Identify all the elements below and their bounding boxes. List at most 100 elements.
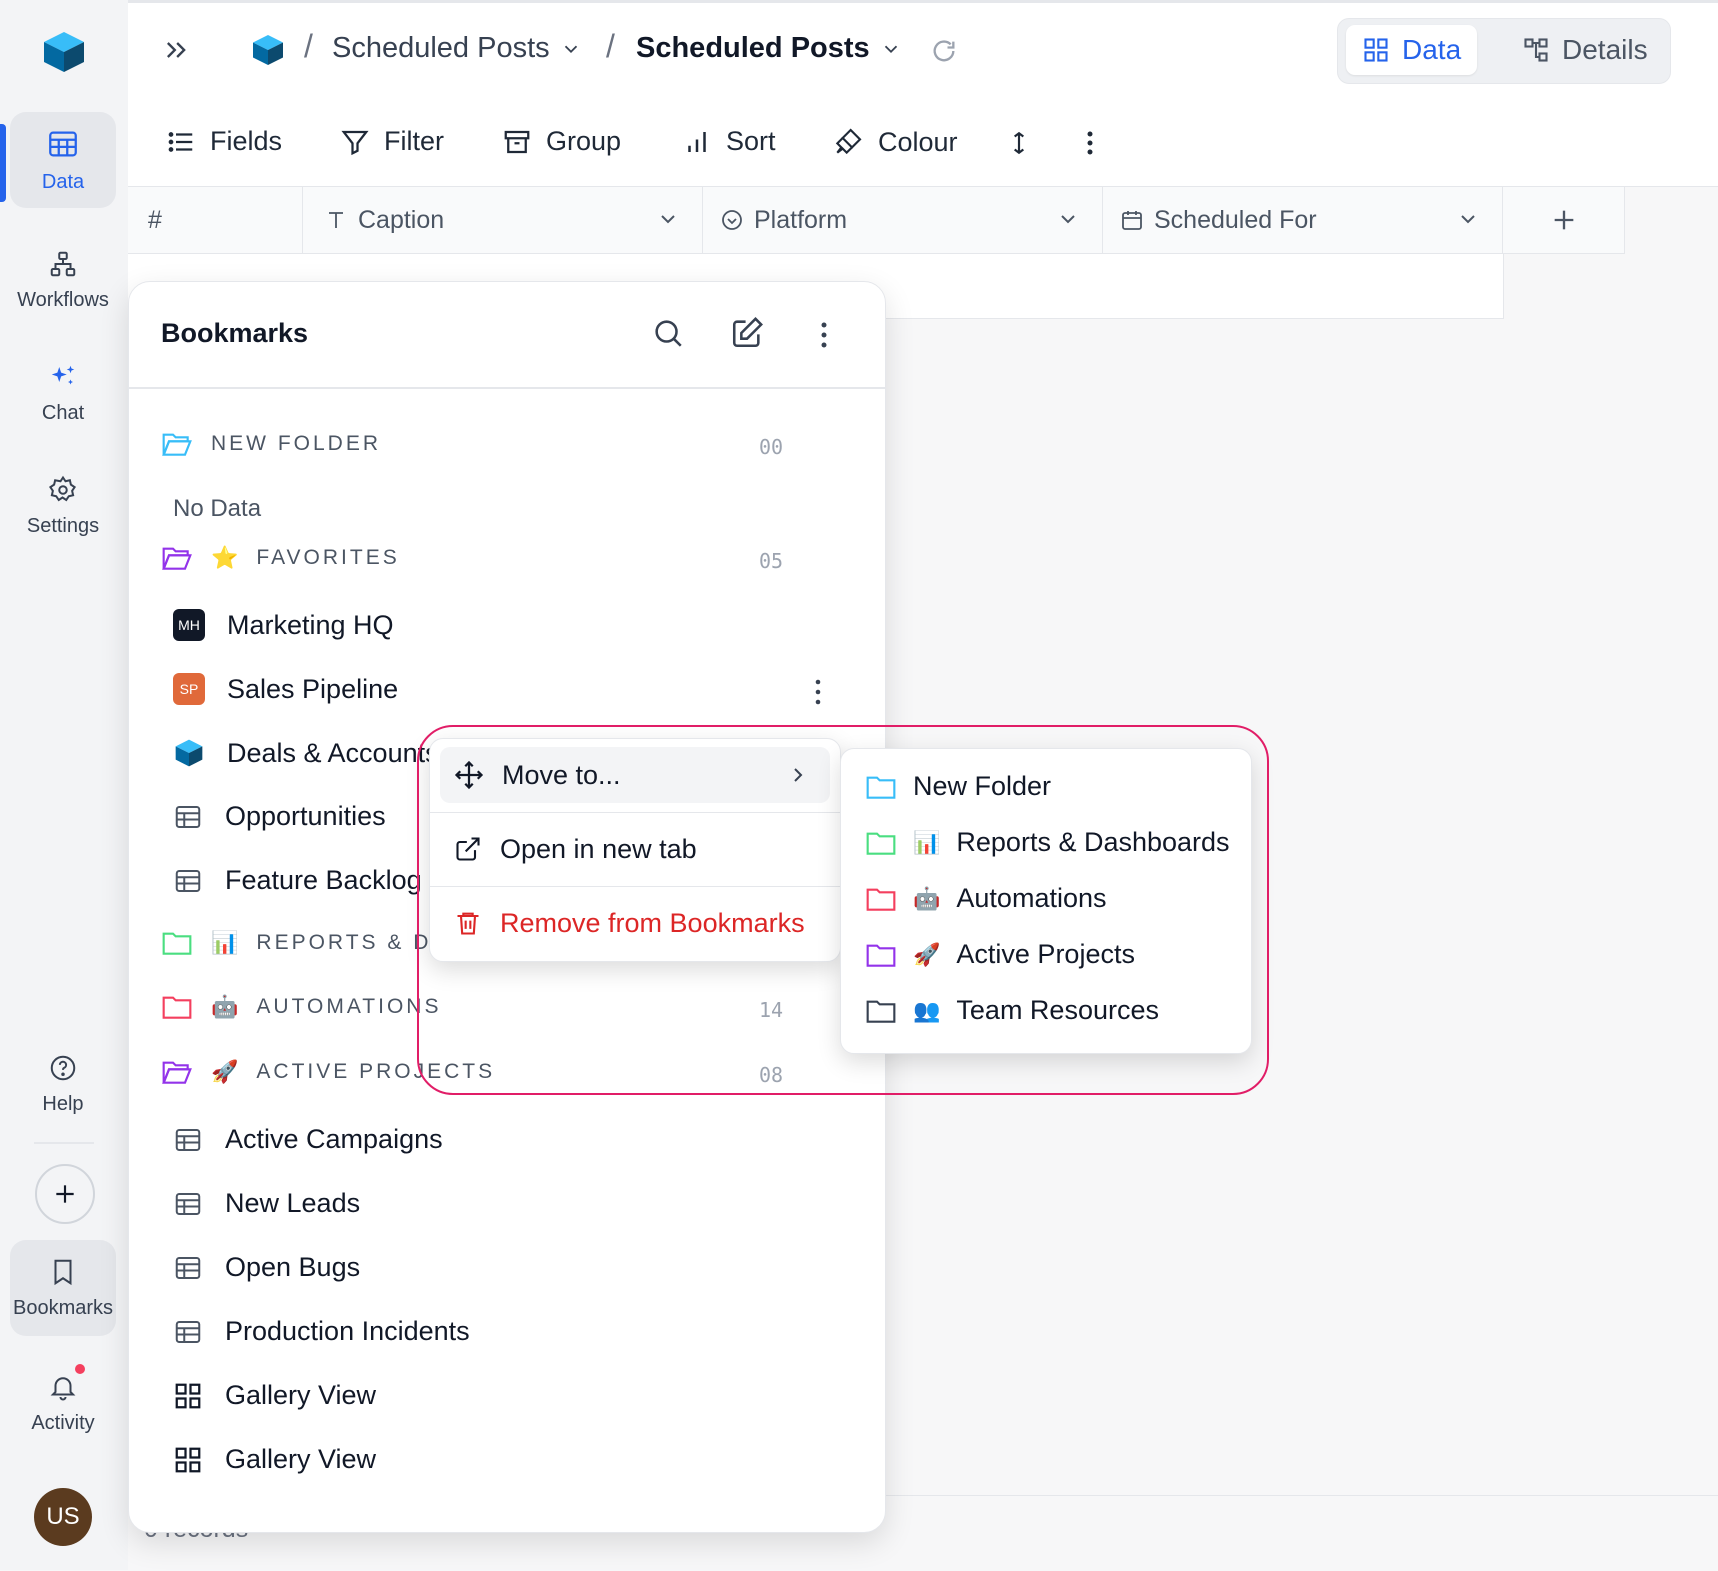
submenu-label: Reports & Dashboards: [956, 827, 1230, 857]
rail-label-settings: Settings: [26, 514, 100, 537]
select-type-icon: [722, 210, 742, 230]
sort-label: Sort: [726, 126, 776, 156]
search-icon[interactable]: [651, 316, 685, 350]
expand-sidebar-icon[interactable]: [162, 36, 190, 64]
folder-emoji: 🚀: [211, 1059, 239, 1084]
submenu-emoji: 🤖: [913, 885, 941, 911]
archive-icon: [504, 130, 530, 153]
rail-item-data[interactable]: Data: [10, 112, 116, 208]
folder-label: NEW FOLDER: [211, 432, 382, 455]
bell-icon: [50, 1376, 76, 1400]
rail-item-workflows[interactable]: Workflows: [10, 232, 116, 328]
calendar-icon: [1122, 211, 1142, 230]
group-label: Group: [546, 126, 622, 156]
bookmark-item[interactable]: SP Sales Pipeline: [173, 673, 398, 705]
folder-automations[interactable]: 🤖 AUTOMATIONS: [161, 993, 441, 1021]
colour-button[interactable]: Colour: [832, 126, 958, 158]
edit-icon[interactable]: [730, 316, 764, 350]
rail-item-chat[interactable]: Chat: [10, 345, 116, 441]
submenu-folder-automations[interactable]: 🤖 Automations: [865, 883, 1107, 914]
divider: [129, 387, 885, 389]
rail-item-settings[interactable]: Settings: [10, 458, 116, 554]
folder-count: 14: [759, 998, 784, 1022]
fields-label: Fields: [210, 126, 283, 156]
refresh-icon[interactable]: [930, 37, 958, 65]
column-header-scheduled-for[interactable]: Scheduled For: [1104, 187, 1503, 253]
plus-icon: [56, 1185, 74, 1203]
table-icon: [175, 805, 201, 828]
column-header-caption[interactable]: Caption: [304, 187, 703, 253]
bookmark-item[interactable]: New Leads: [173, 1188, 360, 1219]
bookmark-badge: MH: [173, 609, 205, 641]
add-button[interactable]: [35, 1164, 95, 1224]
breadcrumb-table[interactable]: Scheduled Posts: [636, 32, 902, 65]
bookmark-item[interactable]: Opportunities: [173, 801, 386, 832]
column-header-platform[interactable]: Platform: [704, 187, 1103, 253]
add-column-button[interactable]: [1504, 187, 1625, 253]
bookmark-item[interactable]: MH Marketing HQ: [173, 609, 394, 641]
group-button[interactable]: Group: [502, 126, 621, 157]
submenu-folder-active-projects[interactable]: 🚀 Active Projects: [865, 939, 1135, 970]
bookmark-item[interactable]: Gallery View: [173, 1380, 376, 1411]
chevron-down-icon: [1461, 215, 1475, 224]
rail-item-activity[interactable]: Activity: [10, 1355, 116, 1451]
rail-item-help[interactable]: Help: [10, 1036, 116, 1132]
bookmark-label: Gallery View: [225, 1444, 377, 1474]
table-icon: [175, 1192, 201, 1215]
trash-icon: [457, 912, 479, 935]
filter-button[interactable]: Filter: [340, 126, 444, 157]
folder-emoji: 📊: [211, 930, 239, 955]
chevron-down-icon: [661, 215, 675, 224]
bookmark-item[interactable]: Active Campaigns: [173, 1124, 443, 1155]
folder-icon: [866, 1000, 896, 1023]
submenu-folder-team-resources[interactable]: 👥 Team Resources: [865, 995, 1159, 1026]
move-to-menu-item[interactable]: Move to...: [440, 747, 830, 803]
column-label: Scheduled For: [1154, 205, 1317, 234]
folder-active-projects[interactable]: 🚀 ACTIVE PROJECTS: [161, 1058, 495, 1086]
folder-favorites[interactable]: ⭐ FAVORITES: [161, 544, 400, 572]
chevron-right-icon: [794, 768, 803, 782]
sort-button[interactable]: Sort: [682, 126, 776, 157]
move-icon: [454, 760, 484, 790]
bar-chart-icon: [688, 131, 706, 152]
folder-open-icon: [162, 1061, 192, 1084]
breadcrumb-base-label: Scheduled Posts: [332, 32, 550, 64]
bookmark-item[interactable]: Open Bugs: [173, 1252, 360, 1283]
chevron-down-icon: [1061, 215, 1075, 224]
submenu-emoji: 👥: [913, 997, 941, 1023]
open-new-tab-menu-item[interactable]: Open in new tab: [440, 821, 830, 877]
breadcrumb-base[interactable]: Scheduled Posts: [332, 32, 582, 65]
bookmark-item[interactable]: Deals & Accounts: [173, 737, 439, 769]
context-menu: Move to... Open in new tab Remove from B…: [429, 738, 841, 962]
breadcrumb-table-label: Scheduled Posts: [636, 32, 870, 64]
app-logo-icon[interactable]: [40, 28, 88, 76]
avatar[interactable]: US: [34, 1488, 92, 1546]
view-toggle: Data Details: [1337, 18, 1671, 84]
rail-item-bookmarks[interactable]: Bookmarks: [10, 1240, 116, 1336]
item-more-icon[interactable]: [811, 678, 825, 706]
submenu-folder-new-folder[interactable]: New Folder: [865, 771, 1051, 802]
bookmark-label: Open Bugs: [225, 1252, 361, 1282]
row-height-icon[interactable]: [1006, 128, 1032, 158]
more-options-icon[interactable]: [1080, 128, 1100, 158]
bookmark-label: Sales Pipeline: [227, 673, 399, 704]
bookmark-item[interactable]: Gallery View: [173, 1444, 376, 1475]
submenu-folder-reports[interactable]: 📊 Reports & Dashboards: [865, 827, 1230, 858]
bookmark-item[interactable]: Feature Backlog: [173, 865, 422, 896]
move-to-submenu: New Folder 📊 Reports & Dashboards 🤖 Auto…: [840, 748, 1252, 1054]
more-options-icon[interactable]: [817, 320, 831, 350]
view-details-button[interactable]: Details: [1506, 25, 1664, 75]
bookmark-label: Gallery View: [225, 1380, 377, 1410]
column-header-number[interactable]: #: [128, 187, 303, 253]
submenu-label: Automations: [956, 883, 1107, 913]
fields-button[interactable]: Fields: [166, 126, 282, 157]
rail-label-chat: Chat: [41, 401, 85, 424]
menu-divider: [430, 812, 840, 813]
bookmark-item[interactable]: Production Incidents: [173, 1316, 470, 1347]
folder-new-folder[interactable]: NEW FOLDER: [161, 430, 381, 458]
folder-label: ACTIVE PROJECTS: [256, 1060, 496, 1083]
view-data-button[interactable]: Data: [1346, 25, 1478, 75]
remove-bookmark-menu-item[interactable]: Remove from Bookmarks: [440, 895, 830, 951]
bookmark-label: Opportunities: [225, 801, 386, 831]
view-details-label: Details: [1562, 34, 1648, 65]
